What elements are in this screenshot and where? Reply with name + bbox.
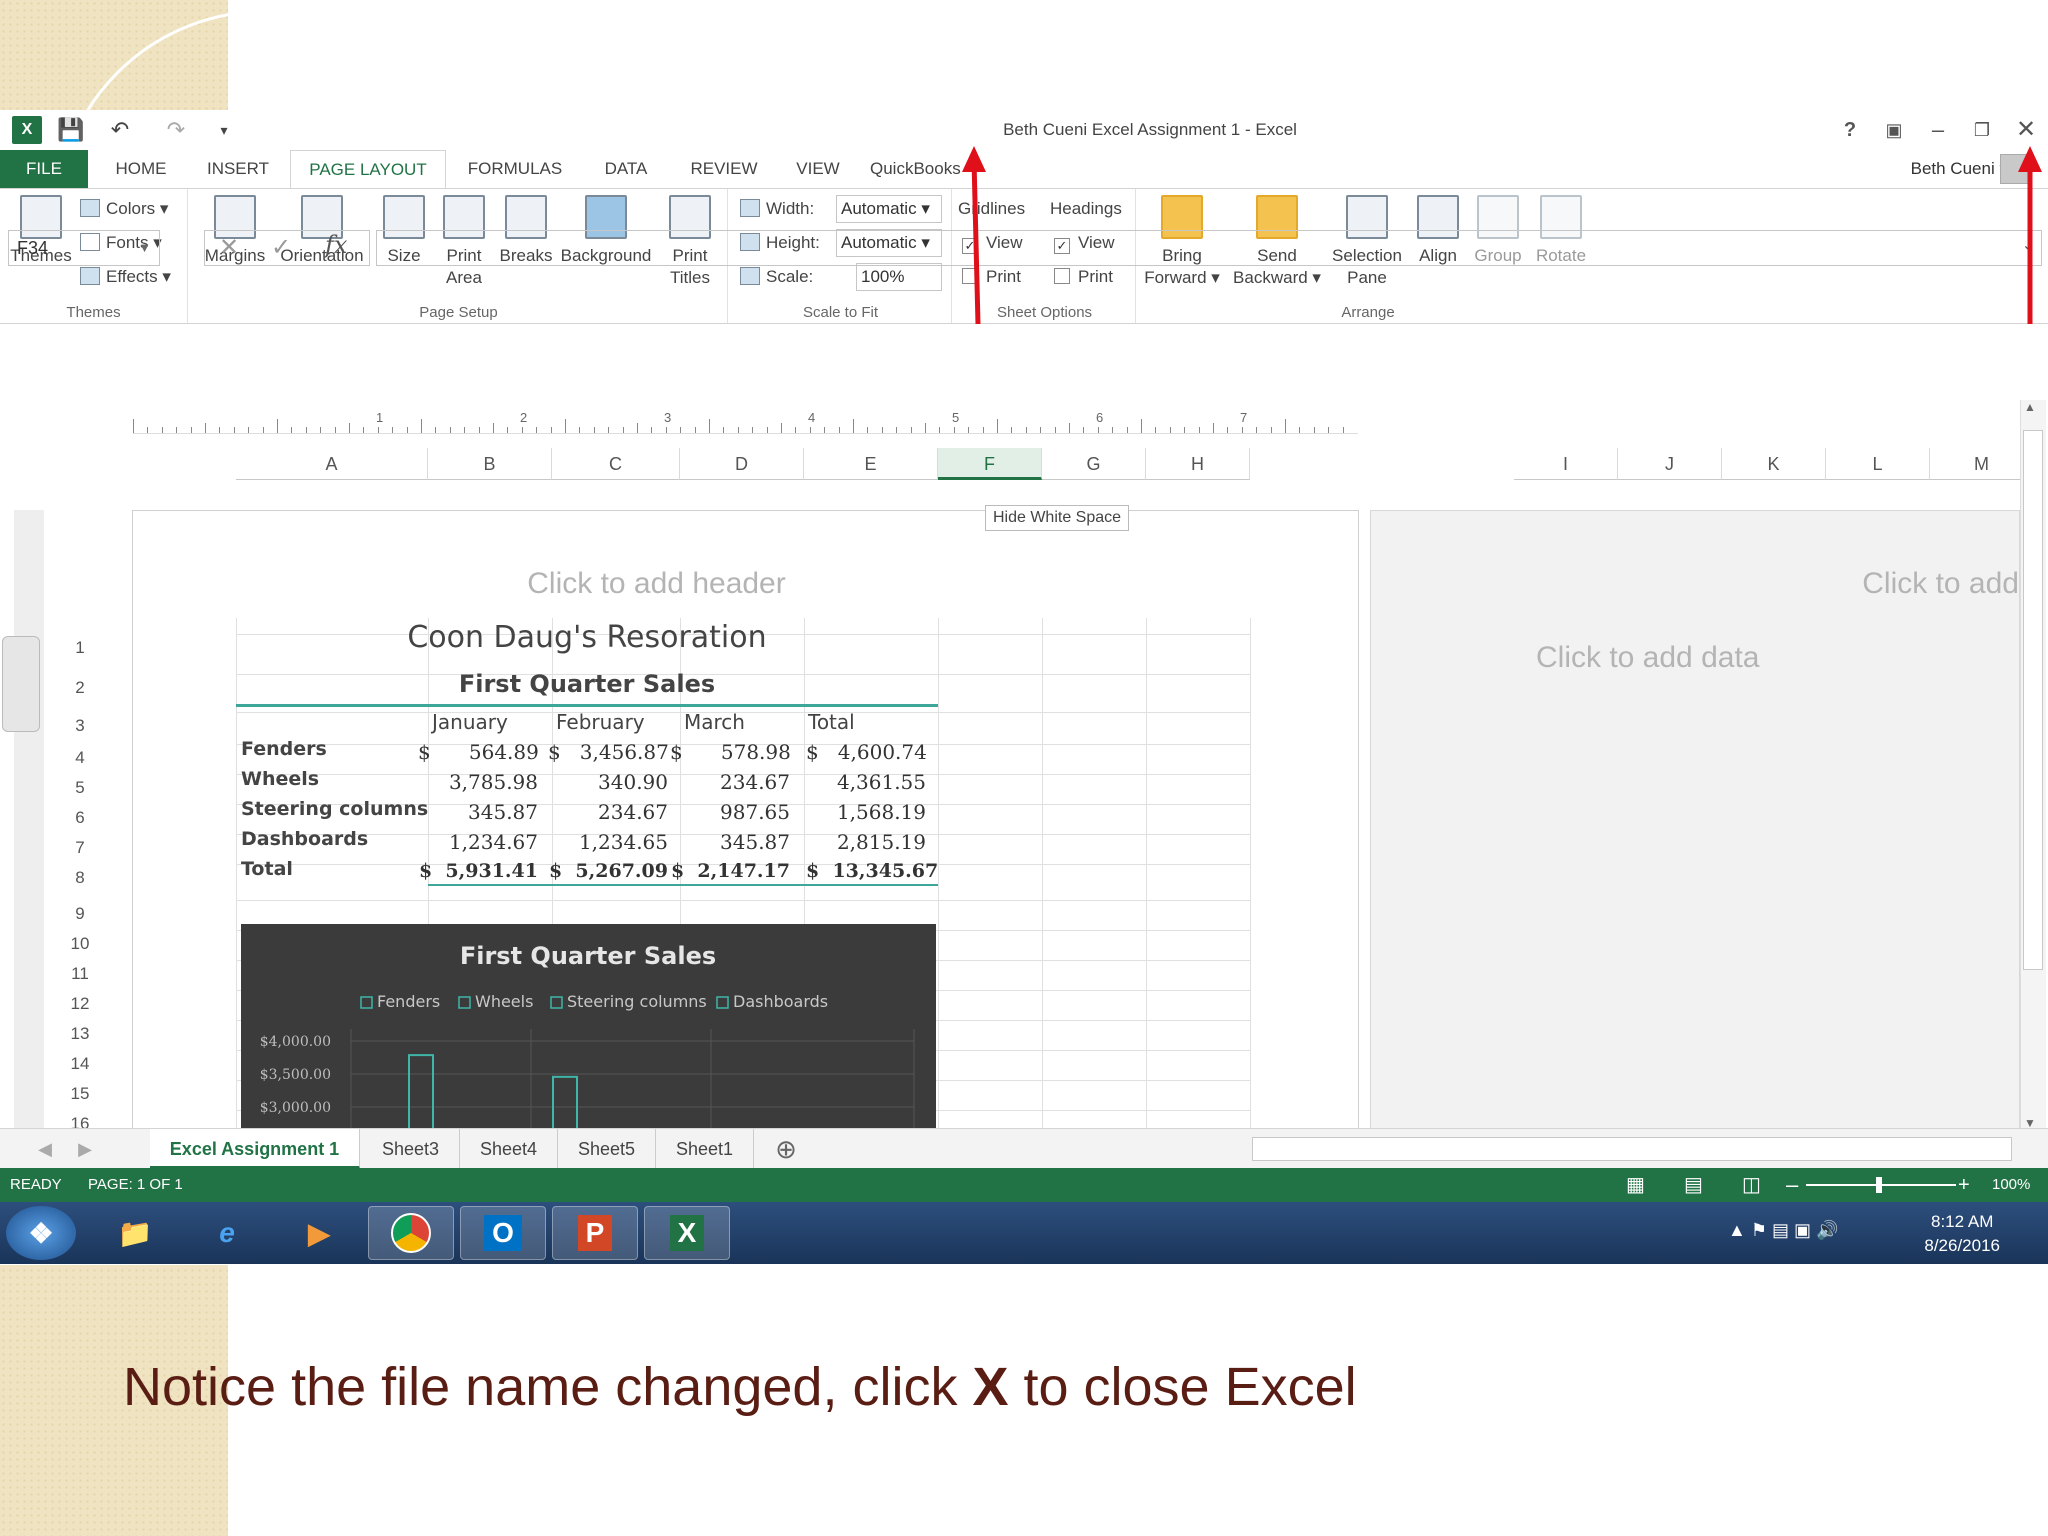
- caption-text-after: to close Excel: [1008, 1357, 1357, 1417]
- slide-caption: Notice the file name changed, click X to…: [123, 1356, 1357, 1418]
- red-arrow-close: [2018, 146, 2042, 324]
- caption-text-bold: X: [972, 1357, 1009, 1417]
- annotation-layer: [962, 146, 2042, 325]
- red-arrow-title: [962, 146, 986, 325]
- caption-text-before: Notice the file name changed, click: [123, 1357, 973, 1417]
